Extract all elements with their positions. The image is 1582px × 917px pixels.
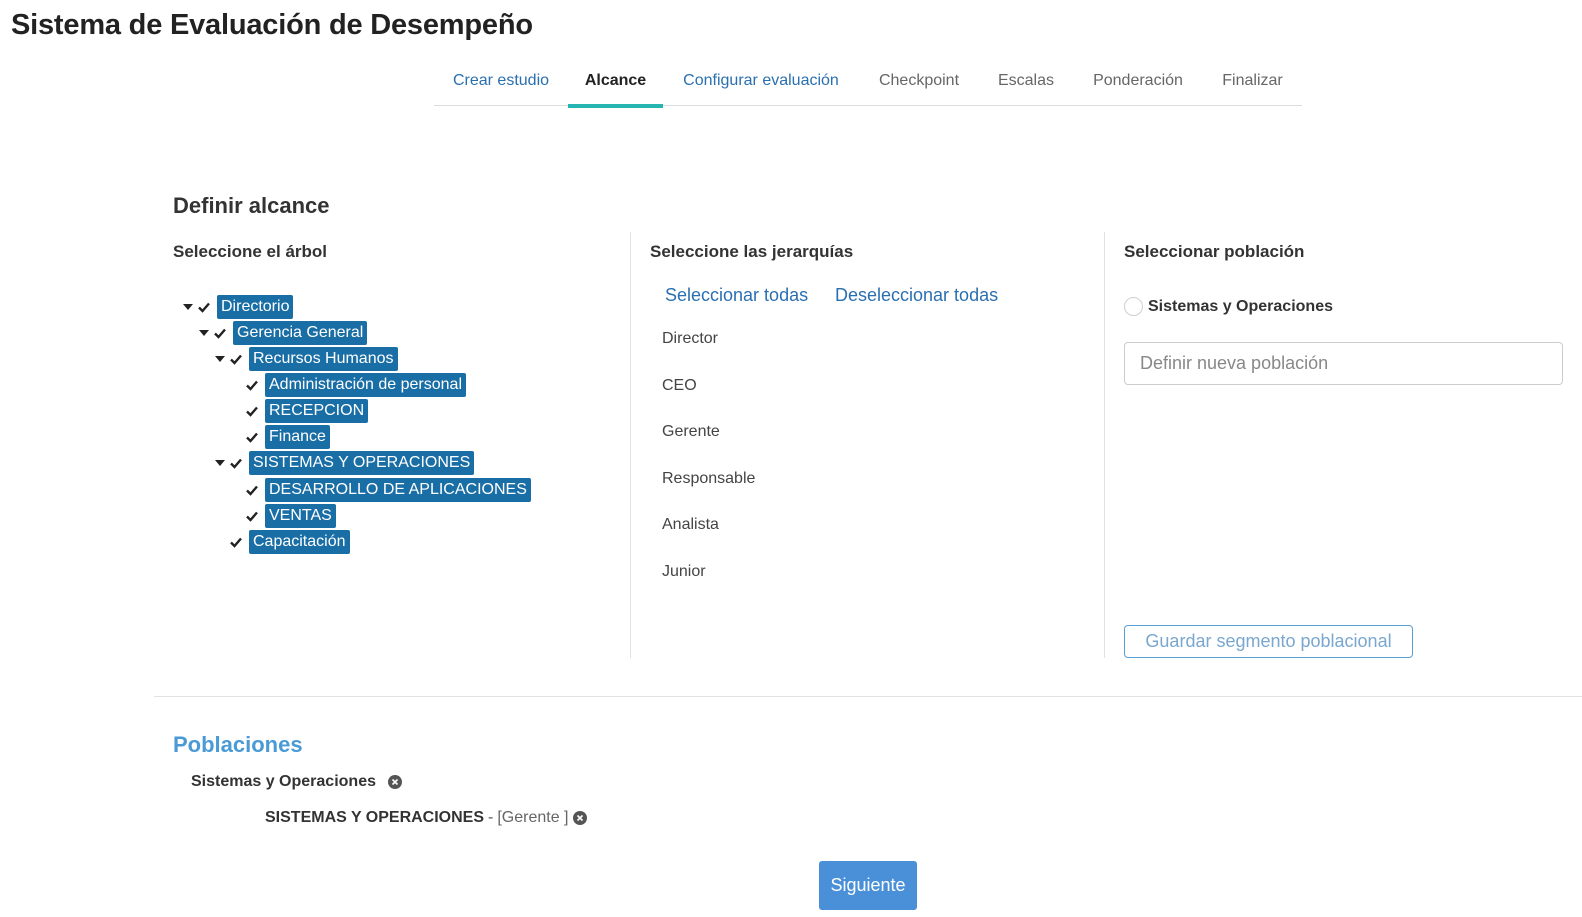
tab-escalas[interactable]: Escalas: [979, 56, 1073, 106]
checkbox-checked-icon[interactable]: [244, 482, 260, 498]
scope-title: Definir alcance: [173, 193, 330, 218]
page-title: Sistema de Evaluación de Desempeño: [11, 9, 533, 41]
hierarchy-item[interactable]: Gerente: [662, 423, 720, 441]
populations-title: Poblaciones: [173, 732, 303, 757]
tree-node-label[interactable]: VENTAS: [265, 504, 336, 528]
tree-node-label[interactable]: SISTEMAS Y OPERACIONES: [249, 451, 475, 475]
tab-configurar-evaluacion[interactable]: Configurar evaluación: [663, 56, 859, 106]
population-detail: SISTEMAS Y OPERACIONES - [Gerente ]: [265, 809, 587, 827]
collapse-caret-icon[interactable]: [212, 451, 228, 475]
tree-node-label[interactable]: DESARROLLO DE APLICACIONES: [265, 478, 531, 502]
tab-checkpoint[interactable]: Checkpoint: [859, 56, 979, 106]
tab-crear-estudio[interactable]: Crear estudio: [434, 56, 568, 106]
tree-node-sistemas-y-operaciones: SISTEMAS Y OPERACIONES: [212, 451, 475, 475]
population-option[interactable]: Sistemas y Operaciones: [1124, 297, 1333, 316]
tree-node-label[interactable]: Administración de personal: [265, 373, 466, 397]
tree-node-label[interactable]: Finance: [265, 425, 330, 449]
section-divider: [154, 696, 1582, 697]
hierarchy-item[interactable]: Responsable: [662, 470, 755, 488]
radio-button[interactable]: [1124, 297, 1143, 316]
new-population-input[interactable]: [1124, 342, 1563, 385]
tree-node-gerencia-general: Gerencia General: [196, 321, 368, 345]
tree-node-label[interactable]: Directorio: [217, 295, 294, 319]
tree-node-recursos-humanos: Recursos Humanos: [212, 347, 398, 371]
checkbox-checked-icon[interactable]: [244, 508, 260, 524]
tree-node-desarrollo-de-aplicaciones: DESARROLLO DE APLICACIONES: [244, 478, 531, 502]
tab-ponderacion[interactable]: Ponderación: [1073, 56, 1203, 106]
population-heading: Seleccionar población: [1124, 242, 1305, 261]
tree-node-administracion-de-personal: Administración de personal: [244, 373, 466, 397]
population-item: Sistemas y Operaciones: [191, 773, 402, 791]
deselect-all-link[interactable]: Deseleccionar todas: [835, 285, 998, 306]
wizard-tabs: Crear estudio Alcance Configurar evaluac…: [434, 56, 1302, 108]
tab-finalizar[interactable]: Finalizar: [1203, 56, 1302, 106]
tree-node-label[interactable]: Recursos Humanos: [249, 347, 398, 371]
save-segment-button[interactable]: Guardar segmento poblacional: [1124, 625, 1413, 658]
population-role: [Gerente ]: [497, 809, 569, 826]
checkbox-checked-icon[interactable]: [212, 325, 228, 341]
checkbox-checked-icon[interactable]: [244, 429, 260, 445]
tree-node-label[interactable]: Capacitación: [249, 530, 350, 554]
tree-node-directorio: Directorio: [180, 295, 294, 319]
collapse-caret-icon[interactable]: [196, 321, 212, 345]
tree-node-finance: Finance: [244, 425, 330, 449]
hierarchy-item[interactable]: Junior: [662, 563, 706, 581]
population-unit: SISTEMAS Y OPERACIONES: [265, 809, 485, 826]
column-divider: [1104, 232, 1105, 658]
checkbox-checked-icon[interactable]: [244, 377, 260, 393]
remove-circle-icon[interactable]: [572, 811, 587, 825]
population-option-label: Sistemas y Operaciones: [1148, 297, 1333, 315]
checkbox-checked-icon[interactable]: [228, 351, 244, 367]
population-name: Sistemas y Operaciones: [191, 773, 376, 790]
next-button[interactable]: Siguiente: [819, 861, 917, 910]
tree-node-label[interactable]: Gerencia General: [233, 321, 368, 345]
checkbox-checked-icon[interactable]: [228, 455, 244, 471]
collapse-caret-icon[interactable]: [180, 295, 196, 319]
select-all-link[interactable]: Seleccionar todas: [665, 285, 808, 306]
tree-node-recepcion: RECEPCION: [244, 399, 369, 423]
column-divider: [630, 232, 631, 658]
hierarchy-item[interactable]: CEO: [662, 377, 697, 395]
collapse-caret-icon[interactable]: [212, 347, 228, 371]
checkbox-checked-icon[interactable]: [196, 299, 212, 315]
tree-heading: Seleccione el árbol: [173, 242, 328, 261]
separator: -: [488, 809, 494, 826]
tab-alcance[interactable]: Alcance: [568, 56, 663, 108]
tree-node-capacitacion: Capacitación: [228, 530, 350, 554]
hierarchies-heading: Seleccione las jerarquías: [650, 242, 854, 261]
remove-circle-icon[interactable]: [387, 775, 402, 789]
checkbox-checked-icon[interactable]: [228, 534, 244, 550]
checkbox-checked-icon[interactable]: [244, 403, 260, 419]
hierarchy-item[interactable]: Director: [662, 330, 718, 348]
hierarchy-item[interactable]: Analista: [662, 516, 719, 534]
tree-node-ventas: VENTAS: [244, 504, 336, 528]
tree-node-label[interactable]: RECEPCION: [265, 399, 369, 423]
